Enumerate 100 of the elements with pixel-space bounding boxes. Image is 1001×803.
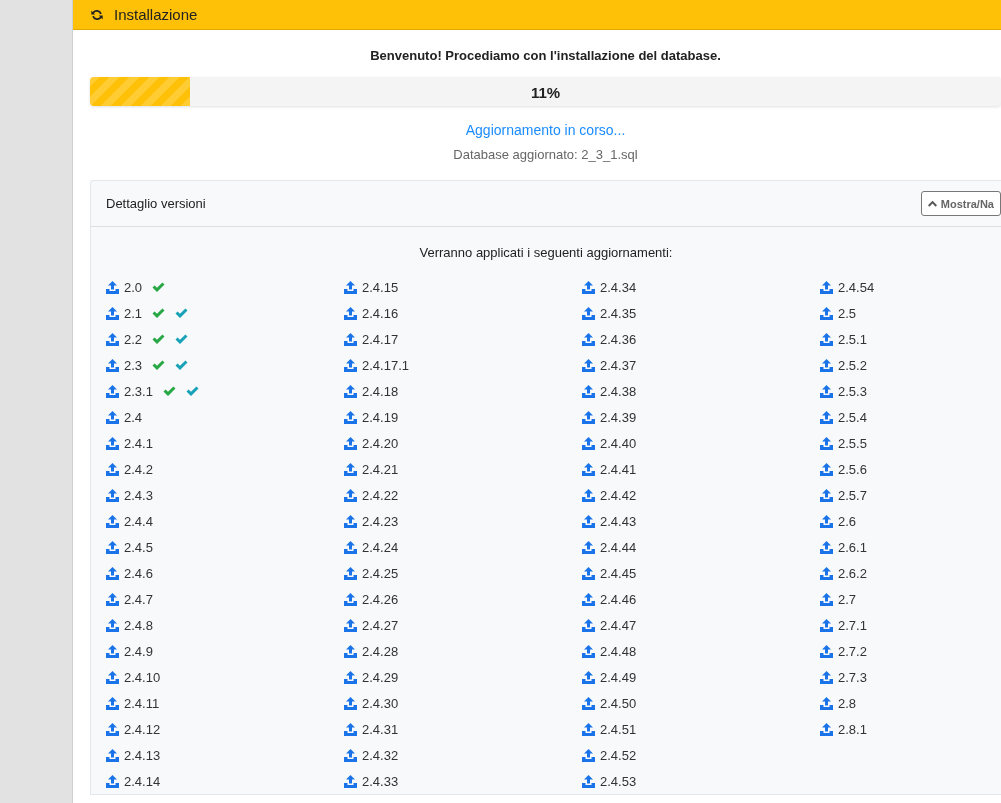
upload-icon bbox=[106, 566, 119, 580]
version-label: 2.4.27 bbox=[362, 617, 399, 633]
check-icon bbox=[152, 359, 166, 371]
version-label: 2.5.7 bbox=[838, 487, 867, 503]
version-label: 2.4.15 bbox=[362, 279, 399, 295]
upload-icon bbox=[582, 332, 595, 346]
progress-percentage: 11% bbox=[530, 83, 561, 100]
version-label: 2.4.50 bbox=[600, 695, 637, 711]
check-icon bbox=[162, 385, 176, 397]
card-title: Dettaglio versioni bbox=[106, 196, 206, 211]
upload-icon bbox=[106, 644, 119, 658]
version-label: 2.4.9 bbox=[124, 643, 153, 659]
version-label: 2.4.54 bbox=[838, 279, 875, 295]
version-label: 2.4.35 bbox=[600, 305, 637, 321]
upload-icon bbox=[344, 618, 357, 632]
version-label: 2.5.4 bbox=[838, 409, 867, 425]
upload-icon bbox=[582, 358, 595, 372]
last-update-text: Database aggiornato: 2_3_1.sql bbox=[452, 147, 639, 162]
version-label: 2.4.37 bbox=[600, 357, 637, 373]
check-icon bbox=[152, 333, 166, 345]
upload-icon bbox=[582, 540, 595, 554]
version-label: 2.2 bbox=[124, 331, 143, 347]
upload-icon bbox=[820, 332, 833, 346]
upload-icon bbox=[582, 592, 595, 606]
upload-icon bbox=[344, 566, 357, 580]
upload-icon bbox=[820, 696, 833, 710]
status-text: Aggiornamento in corso... bbox=[464, 122, 627, 138]
updates-intro: Verranno applicati i seguenti aggiornamenti: bbox=[418, 245, 674, 260]
welcome-message: Benvenuto! Procediamo con l'installazione del database. bbox=[369, 48, 722, 63]
version-label: 2.4.51 bbox=[600, 721, 637, 737]
version-label: 2.7 bbox=[838, 591, 857, 607]
check-icon bbox=[175, 307, 189, 319]
upload-icon bbox=[344, 592, 357, 606]
upload-icon bbox=[344, 644, 357, 658]
upload-icon bbox=[344, 436, 357, 450]
version-label: 2.4.2 bbox=[124, 461, 153, 477]
version-label: 2.4.23 bbox=[362, 513, 399, 529]
upload-icon bbox=[106, 722, 119, 736]
upload-icon bbox=[582, 436, 595, 450]
version-label: 2.4.3 bbox=[124, 487, 153, 503]
upload-icon bbox=[820, 384, 833, 398]
upload-icon bbox=[344, 332, 357, 346]
toggle-button[interactable]: Mostra/Na bbox=[920, 191, 1001, 216]
upload-icon bbox=[106, 280, 119, 294]
version-label: 2.4.1 bbox=[124, 435, 153, 451]
version-label: 2.4.43 bbox=[600, 513, 637, 529]
version-label: 2.4.17 bbox=[362, 331, 399, 347]
upload-icon bbox=[820, 410, 833, 424]
upload-icon bbox=[582, 280, 595, 294]
version-label: 2.4.42 bbox=[600, 487, 637, 503]
upload-icon bbox=[820, 280, 833, 294]
version-label: 2.5.5 bbox=[838, 435, 867, 451]
version-label: 2.4.12 bbox=[124, 721, 161, 737]
version-label: 2.5 bbox=[838, 305, 857, 321]
version-label: 2.4.5 bbox=[124, 539, 153, 555]
version-label: 2.4.11 bbox=[124, 695, 160, 711]
version-label: 2.4 bbox=[124, 409, 143, 425]
upload-icon bbox=[106, 670, 119, 684]
version-label: 2.4.24 bbox=[362, 539, 399, 555]
version-label: 2.7.1 bbox=[838, 617, 867, 633]
version-label: 2.7.2 bbox=[838, 643, 867, 659]
upload-icon bbox=[820, 618, 833, 632]
version-label: 2.4.21 bbox=[362, 461, 399, 477]
version-label: 2.0 bbox=[124, 279, 143, 295]
upload-icon bbox=[106, 488, 119, 502]
upload-icon bbox=[106, 748, 119, 762]
upload-icon bbox=[344, 540, 357, 554]
version-label: 2.4.52 bbox=[600, 747, 637, 763]
version-label: 2.4.19 bbox=[362, 409, 399, 425]
version-label: 2.8.1 bbox=[838, 721, 867, 737]
upload-icon bbox=[344, 774, 357, 788]
upload-icon bbox=[820, 514, 833, 528]
check-icon bbox=[185, 385, 199, 397]
version-label: 2.4.17.1 bbox=[362, 357, 409, 373]
version-label: 2.1 bbox=[124, 305, 143, 321]
upload-icon bbox=[106, 306, 119, 320]
upload-icon bbox=[582, 774, 595, 788]
version-label: 2.4.49 bbox=[600, 669, 637, 685]
upload-icon bbox=[820, 592, 833, 606]
version-label: 2.4.47 bbox=[600, 617, 637, 633]
upload-icon bbox=[820, 462, 833, 476]
version-label: 2.4.29 bbox=[362, 669, 399, 685]
version-label: 2.4.31 bbox=[362, 721, 399, 737]
upload-icon bbox=[582, 644, 595, 658]
refresh-icon bbox=[90, 7, 104, 22]
version-label: 2.4.41 bbox=[600, 461, 637, 477]
version-label: 2.4.8 bbox=[124, 617, 153, 633]
version-label: 2.4.53 bbox=[600, 773, 637, 789]
upload-icon bbox=[106, 462, 119, 476]
version-label: 2.4.20 bbox=[362, 435, 399, 451]
version-label: 2.4.34 bbox=[600, 279, 637, 295]
version-label: 2.3.1 bbox=[124, 383, 153, 399]
upload-icon bbox=[582, 410, 595, 424]
version-label: 2.4.18 bbox=[362, 383, 399, 399]
version-label: 2.4.22 bbox=[362, 487, 399, 503]
upload-icon bbox=[344, 722, 357, 736]
upload-icon bbox=[106, 696, 119, 710]
upload-icon bbox=[820, 540, 833, 554]
upload-icon bbox=[820, 722, 833, 736]
upload-icon bbox=[820, 358, 833, 372]
